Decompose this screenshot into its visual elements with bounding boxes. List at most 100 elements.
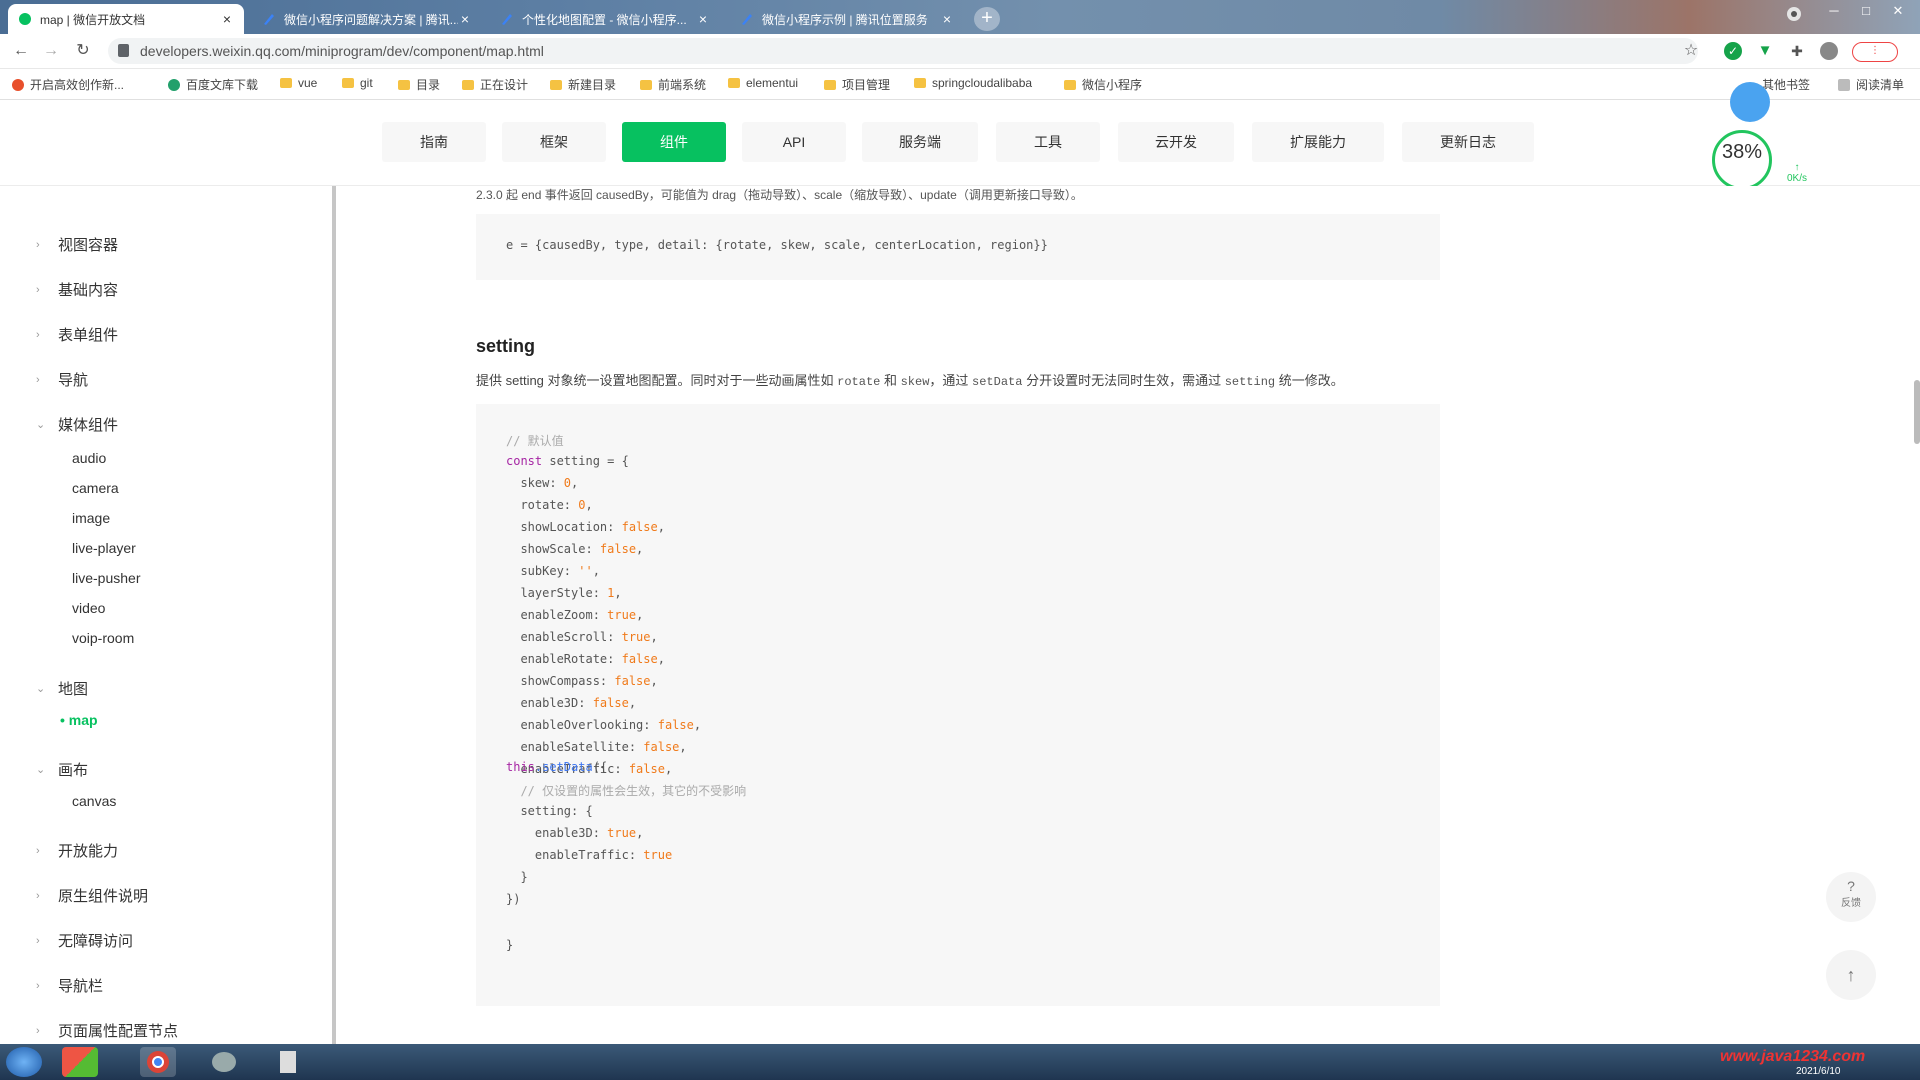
chrome-icon[interactable] — [140, 1047, 176, 1077]
vue-devtools-icon[interactable]: ▼ — [1756, 42, 1774, 60]
forward-icon[interactable]: → — [40, 41, 62, 61]
sidebar-item-navbar[interactable]: › 导航栏 — [36, 975, 103, 996]
code-value: true — [607, 608, 637, 622]
code-punct: , — [636, 608, 644, 622]
sidebar-sub-voip-room[interactable]: voip-room — [72, 630, 134, 646]
shield-extension-icon[interactable]: ✓ — [1724, 42, 1742, 60]
bookmark-label: 百度文库下载 — [186, 78, 259, 92]
back-icon[interactable]: ← — [10, 41, 32, 61]
nav-server[interactable]: 服务端 — [862, 122, 978, 162]
sidebar-item-page-meta[interactable]: › 页面属性配置节点 — [36, 1020, 178, 1041]
notepad-icon[interactable] — [270, 1047, 306, 1077]
update-button[interactable]: ⋮ — [1852, 42, 1898, 62]
bookmark-label: 其他书签 — [1762, 78, 1811, 92]
nav-changelog[interactable]: 更新日志 — [1402, 122, 1534, 162]
float-widget[interactable] — [1730, 82, 1770, 122]
extension-icon[interactable] — [1780, 5, 1808, 26]
minimize-button[interactable]: ─ — [1820, 3, 1848, 18]
code-key: subKey: — [506, 564, 579, 578]
sidebar-item-form[interactable]: › 表单组件 — [36, 324, 118, 345]
sidebar-item-label: 导航 — [58, 372, 89, 389]
tab-map[interactable]: map | 微信开放文档 × — [8, 4, 244, 34]
sidebar-item-map[interactable]: ⌄ 地图 — [36, 678, 88, 699]
sidebar-sub-audio[interactable]: audio — [72, 450, 106, 466]
maximize-button[interactable]: □ — [1852, 3, 1880, 18]
bookmark-folder[interactable]: 正在设计 — [462, 76, 528, 93]
bookmark-label: 开启高效创作新... — [30, 78, 125, 92]
code-key: rotate: — [506, 498, 579, 512]
feedback-button[interactable]: ? 反馈 — [1826, 872, 1876, 922]
back-to-top-button[interactable]: ↑ — [1826, 950, 1876, 1000]
sidebar-item-view-container[interactable]: › 视图容器 — [36, 234, 118, 255]
close-icon[interactable]: × — [696, 11, 710, 27]
performance-monitor[interactable]: 38% ↑ 0K/s — [1712, 130, 1807, 190]
sidebar-item-media[interactable]: ⌄ 媒体组件 — [36, 414, 118, 435]
star-icon[interactable]: ☆ — [1682, 42, 1700, 60]
bookmark-item[interactable]: 开启高效创作新... — [12, 76, 124, 93]
folder-icon — [280, 78, 292, 88]
reading-list[interactable]: 阅读清单 — [1838, 76, 1904, 93]
bookmark-folder[interactable]: vue — [280, 76, 317, 90]
nav-cloud[interactable]: 云开发 — [1118, 122, 1234, 162]
code-key: enableZoom: — [506, 608, 608, 622]
nav-framework[interactable]: 框架 — [502, 122, 606, 162]
tab-4[interactable]: 微信小程序示例 | 腾讯位置服务 × — [730, 4, 964, 34]
bookmark-folder[interactable]: springcloudalibaba — [914, 76, 1032, 90]
code-punct: , — [650, 674, 658, 688]
sidebar-item-accessibility[interactable]: › 无障碍访问 — [36, 930, 133, 951]
bookmark-folder[interactable]: 目录 — [398, 76, 440, 93]
sidebar-item-open-ability[interactable]: › 开放能力 — [36, 840, 118, 861]
nav-tools[interactable]: 工具 — [996, 122, 1100, 162]
start-icon[interactable] — [6, 1047, 42, 1077]
tab-2[interactable]: 微信小程序问题解决方案 | 腾讯... × — [252, 4, 482, 34]
close-icon[interactable]: × — [940, 11, 954, 27]
sidebar-sub-live-player[interactable]: live-player — [72, 540, 136, 556]
nav-extend[interactable]: 扩展能力 — [1252, 122, 1384, 162]
folder-icon — [342, 78, 354, 88]
code-line: e = {causedBy, type, detail: {rotate, sk… — [506, 238, 1048, 252]
bookmark-folder[interactable]: 微信小程序 — [1064, 76, 1142, 93]
new-tab-button[interactable]: + — [974, 7, 1000, 31]
bookmark-folder[interactable]: git — [342, 76, 373, 90]
sidebar-sub-video[interactable]: video — [72, 600, 105, 616]
bookmark-other[interactable]: 其他书签 — [1762, 76, 1810, 93]
inline-code: setData — [972, 375, 1023, 389]
sidebar-sub-map[interactable]: • map — [60, 712, 98, 728]
sidebar-sub-live-pusher[interactable]: live-pusher — [72, 570, 140, 586]
extensions-icon[interactable]: ✚ — [1788, 42, 1806, 60]
close-window-button[interactable]: ✕ — [1884, 3, 1912, 19]
profile-icon[interactable] — [1820, 42, 1838, 60]
sidebar-sub-canvas[interactable]: canvas — [72, 793, 116, 809]
reload-icon[interactable]: ↻ — [72, 41, 94, 61]
chevron-right-icon: › — [36, 934, 40, 947]
code-line: } — [506, 870, 528, 884]
folder-icon — [728, 78, 740, 88]
sidebar-sub-image[interactable]: image — [72, 510, 110, 526]
bookmark-label: 微信小程序 — [1082, 78, 1143, 92]
bookmark-folder[interactable]: 前端系统 — [640, 76, 706, 93]
sidebar-item-label: 表单组件 — [58, 327, 119, 344]
sidebar-item-navigation[interactable]: › 导航 — [36, 369, 88, 390]
nav-components[interactable]: 组件 — [622, 122, 726, 162]
code-line: enableScroll: true, — [506, 630, 657, 644]
wechat-devtools-icon[interactable] — [206, 1047, 242, 1077]
chevron-right-icon: › — [36, 328, 40, 341]
tab-3[interactable]: 个性化地图配置 - 微信小程序... × — [490, 4, 720, 34]
nav-api[interactable]: API — [742, 122, 846, 162]
bookmark-item[interactable]: 百度文库下载 — [168, 76, 258, 93]
code-key: enableRotate: — [506, 652, 622, 666]
page-scrollbar[interactable] — [1914, 380, 1920, 444]
code-line: enableZoom: true, — [506, 608, 643, 622]
close-icon[interactable]: × — [458, 11, 472, 27]
sidebar-item-canvas[interactable]: ⌄ 画布 — [36, 759, 88, 780]
app-icon[interactable] — [62, 1047, 98, 1077]
bookmark-folder[interactable]: 新建目录 — [550, 76, 616, 93]
sidebar-item-basic-content[interactable]: › 基础内容 — [36, 279, 118, 300]
url-field[interactable]: developers.weixin.qq.com/miniprogram/dev… — [108, 38, 1698, 64]
bookmark-folder[interactable]: 项目管理 — [824, 76, 890, 93]
bookmark-folder[interactable]: elementui — [728, 76, 798, 90]
nav-guide[interactable]: 指南 — [382, 122, 486, 162]
sidebar-sub-camera[interactable]: camera — [72, 480, 119, 496]
sidebar-item-native[interactable]: › 原生组件说明 — [36, 885, 148, 906]
close-icon[interactable]: × — [220, 11, 234, 27]
